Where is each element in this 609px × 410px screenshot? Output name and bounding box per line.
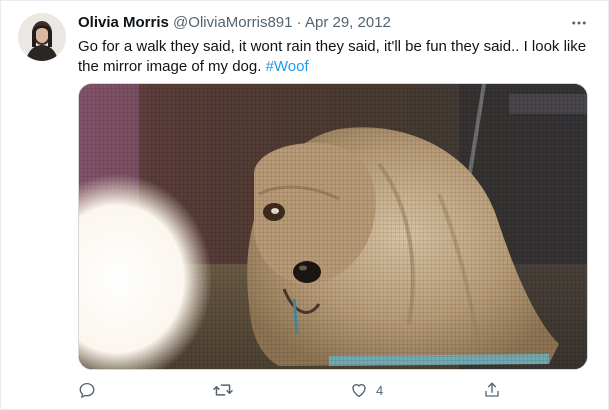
tweet-image[interactable] [78,83,588,370]
more-options-button[interactable] [567,11,591,35]
retweet-button[interactable] [213,377,241,403]
share-button[interactable] [483,377,509,403]
separator-dot: · [296,14,302,31]
avatar-photo [18,13,66,61]
more-horizontal-icon [572,21,586,25]
like-count: 4 [376,382,384,398]
hashtag-link[interactable]: #Woof [266,58,309,75]
tweet-body: Go for a walk they said, it wont rain th… [78,38,587,75]
reply-icon [79,382,95,398]
tweet-card[interactable]: Olivia Morris @OliviaMorris891 · Apr 29,… [0,0,609,410]
tweet-date[interactable]: Apr 29, 2012 [305,14,391,31]
avatar[interactable] [18,13,66,61]
like-button[interactable]: 4 [350,377,383,403]
tweet-text: Go for a walk they said, it wont rain th… [78,37,593,77]
retweet-icon [213,384,233,396]
tweet-header: Olivia Morris @OliviaMorris891 · Apr 29,… [78,13,391,33]
reply-button[interactable] [78,377,104,403]
tweet-actions: 4 [78,377,518,403]
author-handle[interactable]: @OliviaMorris891 [173,14,292,31]
share-icon [485,382,499,397]
heart-icon [352,384,366,398]
author-name[interactable]: Olivia Morris [78,14,169,31]
dog-in-towel-photo [79,84,587,369]
